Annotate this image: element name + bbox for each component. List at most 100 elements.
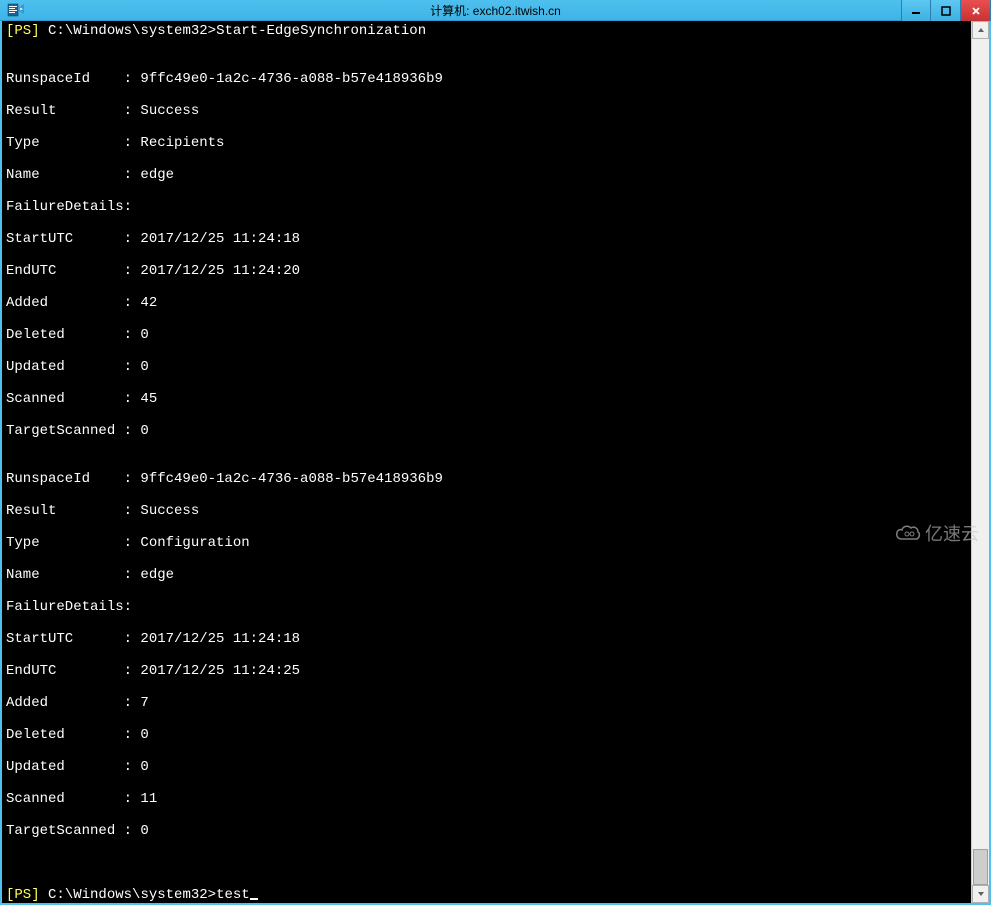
window-root: 计算机: exch02.itwish.cn [PS] C:\Windows\sy… xyxy=(0,0,991,552)
kv-sep: : xyxy=(124,359,141,375)
kv-key: RunspaceId xyxy=(6,71,124,87)
command-line-2: test xyxy=(216,887,250,903)
titlebar[interactable]: 计算机: exch02.itwish.cn xyxy=(0,0,991,21)
chevron-down-icon xyxy=(977,891,985,897)
prompt-path: C:\Windows\system32> xyxy=(40,23,216,39)
kv-key: Added xyxy=(6,695,124,711)
kv-key: Name xyxy=(6,567,124,583)
kv-sep: : xyxy=(124,295,141,311)
kv-sep: : xyxy=(124,263,141,279)
kv-val: 2017/12/25 11:24:18 xyxy=(140,631,300,647)
kv-val: Configuration xyxy=(140,535,249,551)
kv-val: 2017/12/25 11:24:20 xyxy=(140,263,300,279)
kv-key: FailureDetails xyxy=(6,199,124,215)
kv-val: 2017/12/25 11:24:18 xyxy=(140,231,300,247)
kv-val: 0 xyxy=(140,359,148,375)
chevron-up-icon xyxy=(977,27,985,33)
kv-sep: : xyxy=(124,231,141,247)
kv-val: 11 xyxy=(140,791,157,807)
kv-sep: : xyxy=(124,599,141,615)
kv-sep: : xyxy=(124,423,141,439)
kv-val: Success xyxy=(140,103,199,119)
kv-key: Result xyxy=(6,103,124,119)
prompt-bracket-close: ] xyxy=(31,23,39,39)
window-controls xyxy=(901,0,991,22)
kv-sep: : xyxy=(124,759,141,775)
kv-key: RunspaceId xyxy=(6,471,124,487)
kv-val: 42 xyxy=(140,295,157,311)
cursor xyxy=(250,898,258,900)
close-icon xyxy=(971,6,981,16)
prompt-ps: PS xyxy=(14,887,31,903)
kv-val: 0 xyxy=(140,727,148,743)
kv-key: EndUTC xyxy=(6,263,124,279)
kv-sep: : xyxy=(124,631,141,647)
kv-sep: : xyxy=(124,695,141,711)
kv-sep: : xyxy=(124,567,141,583)
minimize-icon xyxy=(911,6,921,16)
prompt-ps: PS xyxy=(14,23,31,39)
kv-sep: : xyxy=(124,823,141,839)
kv-val: 0 xyxy=(140,423,148,439)
window-title: 计算机: exch02.itwish.cn xyxy=(430,2,561,19)
kv-key: TargetScanned xyxy=(6,823,124,839)
kv-val: Recipients xyxy=(140,135,224,151)
kv-sep: : xyxy=(124,199,141,215)
scroll-down-button[interactable] xyxy=(972,885,989,903)
kv-key: TargetScanned xyxy=(6,423,124,439)
kv-key: Scanned xyxy=(6,391,124,407)
kv-key: Scanned xyxy=(6,791,124,807)
scroll-track[interactable] xyxy=(972,39,989,885)
command-line-1: Start-EdgeSynchronization xyxy=(216,23,426,39)
close-button[interactable] xyxy=(961,0,991,22)
minimize-button[interactable] xyxy=(901,0,931,22)
kv-key: Type xyxy=(6,535,124,551)
kv-key: Type xyxy=(6,135,124,151)
kv-sep: : xyxy=(124,71,141,87)
prompt-path: C:\Windows\system32> xyxy=(40,887,216,903)
kv-key: Updated xyxy=(6,759,124,775)
kv-key: StartUTC xyxy=(6,631,124,647)
kv-key: Deleted xyxy=(6,727,124,743)
kv-val: edge xyxy=(140,567,174,583)
kv-val: 7 xyxy=(140,695,148,711)
kv-val: 0 xyxy=(140,327,148,343)
kv-sep: : xyxy=(124,663,141,679)
kv-val: 45 xyxy=(140,391,157,407)
prompt-bracket-close: ] xyxy=(31,887,39,903)
kv-sep: : xyxy=(124,791,141,807)
kv-key: StartUTC xyxy=(6,231,124,247)
scroll-thumb[interactable] xyxy=(973,849,988,885)
kv-key: Updated xyxy=(6,359,124,375)
kv-sep: : xyxy=(124,167,141,183)
vertical-scrollbar[interactable] xyxy=(971,21,989,903)
kv-sep: : xyxy=(124,727,141,743)
maximize-icon xyxy=(941,6,951,16)
kv-sep: : xyxy=(124,535,141,551)
terminal-container: [PS] C:\Windows\system32>Start-EdgeSynch… xyxy=(0,21,991,905)
kv-sep: : xyxy=(124,327,141,343)
kv-val: edge xyxy=(140,167,174,183)
terminal-output[interactable]: [PS] C:\Windows\system32>Start-EdgeSynch… xyxy=(2,21,971,903)
kv-key: EndUTC xyxy=(6,663,124,679)
kv-key: FailureDetails xyxy=(6,599,124,615)
exchange-shell-icon xyxy=(6,0,26,20)
kv-val: 9ffc49e0-1a2c-4736-a088-b57e418936b9 xyxy=(140,471,442,487)
kv-sep: : xyxy=(124,135,141,151)
kv-val: 9ffc49e0-1a2c-4736-a088-b57e418936b9 xyxy=(140,71,442,87)
kv-val: 0 xyxy=(140,823,148,839)
kv-val: Success xyxy=(140,503,199,519)
kv-sep: : xyxy=(124,391,141,407)
kv-key: Deleted xyxy=(6,327,124,343)
kv-sep: : xyxy=(124,503,141,519)
kv-val: 0 xyxy=(140,759,148,775)
kv-sep: : xyxy=(124,471,141,487)
maximize-button[interactable] xyxy=(931,0,961,22)
kv-key: Name xyxy=(6,167,124,183)
kv-val: 2017/12/25 11:24:25 xyxy=(140,663,300,679)
kv-key: Result xyxy=(6,503,124,519)
scroll-up-button[interactable] xyxy=(972,21,989,39)
prompt-bracket-open: [ xyxy=(6,887,14,903)
kv-sep: : xyxy=(124,103,141,119)
kv-key: Added xyxy=(6,295,124,311)
